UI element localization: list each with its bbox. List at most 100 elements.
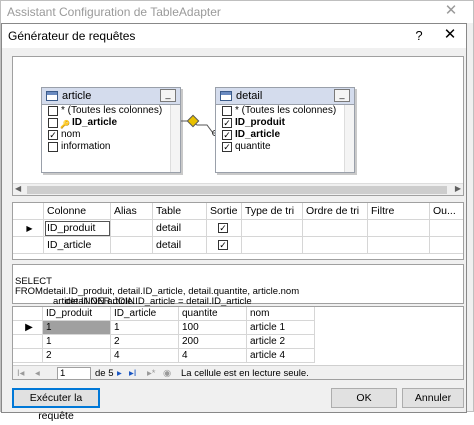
column-row[interactable]: ✓ ID_article	[216, 129, 354, 141]
scroll-left-icon[interactable]: ◀	[15, 184, 21, 193]
column-row[interactable]: 🔑 ID_article	[42, 117, 180, 129]
column-row[interactable]: ✓ nom	[42, 129, 180, 141]
last-record-icon[interactable]: ▸I	[129, 366, 136, 379]
result-column-header[interactable]: nom	[247, 307, 315, 321]
column-cell[interactable]: ID_article	[44, 237, 111, 254]
row-pointer-icon[interactable]	[13, 237, 44, 254]
sql-pane[interactable]: SELECT detail.ID_produit, detail.ID_arti…	[12, 264, 464, 307]
criteria-row[interactable]: ID_article detail ✓	[13, 237, 463, 254]
column-checkbox[interactable]: ✓	[222, 142, 232, 152]
column-header[interactable]: Alias	[111, 203, 153, 220]
column-row[interactable]: * (Toutes les colonnes)	[42, 105, 180, 117]
table-name: detail	[236, 90, 263, 102]
diagram-pane[interactable]: article _ * (Toutes les colonnes) 🔑 ID_a…	[12, 56, 464, 196]
criteria-row[interactable]: ▶ ID_produit detail ✓	[13, 220, 463, 237]
result-row[interactable]: ▶ 1 1 100 article 1	[13, 321, 463, 335]
result-column-header[interactable]: ID_produit	[43, 307, 111, 321]
table-scrollbar[interactable]	[344, 105, 354, 172]
column-header[interactable]: Table	[153, 203, 207, 220]
result-cell[interactable]: 200	[179, 335, 247, 349]
column-checkbox[interactable]	[48, 142, 58, 152]
sort-order-cell[interactable]	[303, 237, 368, 254]
column-cell[interactable]: ID_produit	[44, 220, 111, 237]
row-pointer-icon[interactable]: ▶	[13, 321, 43, 335]
column-header[interactable]: Colonne	[44, 203, 111, 220]
column-checkbox[interactable]	[48, 106, 58, 116]
column-header[interactable]: Type de tri	[242, 203, 303, 220]
result-cell[interactable]: article 1	[247, 321, 315, 335]
table-cell[interactable]: detail	[153, 237, 207, 254]
previous-record-icon[interactable]: ◂	[35, 366, 40, 379]
result-cell[interactable]: 1	[43, 335, 111, 349]
result-cell[interactable]: 1	[43, 321, 111, 335]
sort-order-cell[interactable]	[303, 220, 368, 237]
row-pointer-icon[interactable]	[13, 335, 43, 349]
new-record-icon[interactable]: ▸*	[147, 366, 155, 379]
sort-type-cell[interactable]	[242, 220, 303, 237]
alias-cell[interactable]	[111, 237, 153, 254]
column-row[interactable]: ✓ quantite	[216, 141, 354, 153]
column-row[interactable]: * (Toutes les colonnes)	[216, 105, 354, 117]
close-icon[interactable]: ✕	[434, 24, 466, 48]
column-checkbox[interactable]	[222, 106, 232, 116]
column-checkbox[interactable]: ✓	[222, 118, 232, 128]
result-cell[interactable]: article 4	[247, 349, 315, 363]
result-cell[interactable]: 4	[179, 349, 247, 363]
column-row[interactable]: information	[42, 141, 180, 153]
table-header[interactable]: detail _	[216, 88, 354, 105]
diagram-hscrollbar[interactable]: ◀ ▶	[13, 183, 463, 195]
column-header[interactable]: Ordre de tri	[303, 203, 368, 220]
column-row[interactable]: ✓ ID_produit	[216, 117, 354, 129]
filter-cell[interactable]	[368, 220, 430, 237]
record-position-input[interactable]: 1	[57, 367, 91, 379]
filter-cell[interactable]	[368, 237, 430, 254]
column-checkbox[interactable]: ✓	[48, 130, 58, 140]
column-checkbox[interactable]: ✓	[222, 130, 232, 140]
output-checkbox[interactable]: ✓	[218, 223, 228, 233]
outer-window-title: Assistant Configuration de TableAdapter	[7, 5, 221, 19]
or-cell[interactable]	[430, 220, 463, 237]
table-header[interactable]: article _	[42, 88, 180, 105]
table-scrollbar[interactable]	[170, 105, 180, 172]
result-cell[interactable]: 2	[111, 335, 179, 349]
status-text: La cellule est en lecture seule.	[181, 368, 309, 379]
execute-query-button[interactable]: Exécuter la requête	[12, 388, 100, 422]
help-icon[interactable]: ?	[405, 24, 433, 48]
result-row[interactable]: 1 2 200 article 2	[13, 335, 463, 349]
result-cell[interactable]: 2	[43, 349, 111, 363]
or-cell[interactable]	[430, 237, 463, 254]
result-cell[interactable]: 1	[111, 321, 179, 335]
table-box-detail[interactable]: detail _ * (Toutes les colonnes) ✓ ID_pr…	[215, 87, 355, 173]
next-record-icon[interactable]: ▸	[117, 366, 122, 379]
result-cell[interactable]: 4	[111, 349, 179, 363]
scroll-thumb[interactable]	[27, 186, 447, 194]
row-pointer-icon[interactable]	[13, 349, 43, 363]
criteria-grid[interactable]: Colonne Alias Table Sortie Type de tri O…	[12, 202, 464, 260]
result-cell[interactable]: 100	[179, 321, 247, 335]
table-box-article[interactable]: article _ * (Toutes les colonnes) 🔑 ID_a…	[41, 87, 181, 173]
result-column-header[interactable]: quantite	[179, 307, 247, 321]
column-header[interactable]: Filtre	[368, 203, 430, 220]
ok-button[interactable]: OK	[331, 388, 397, 408]
table-cell[interactable]: detail	[153, 220, 207, 237]
column-header[interactable]: Ou...	[430, 203, 463, 220]
minimize-icon[interactable]: _	[160, 89, 176, 102]
cancel-button[interactable]: Annuler	[402, 388, 464, 408]
first-record-icon[interactable]: I◂	[17, 366, 24, 379]
sort-type-cell[interactable]	[242, 237, 303, 254]
sql-line: detail ON article.ID_article = detail.ID…	[15, 287, 463, 307]
results-grid[interactable]: ID_produit ID_article quantite nom ▶ 1 1…	[12, 306, 464, 380]
scroll-right-icon[interactable]: ▶	[455, 184, 461, 193]
column-label: ID_article	[235, 129, 281, 140]
column-checkbox[interactable]	[48, 118, 58, 128]
result-row[interactable]: 2 4 4 article 4	[13, 349, 463, 363]
output-checkbox[interactable]: ✓	[218, 240, 228, 250]
result-column-header[interactable]: ID_article	[111, 307, 179, 321]
column-header[interactable]: Sortie	[207, 203, 242, 220]
minimize-icon[interactable]: _	[334, 89, 350, 102]
outer-close-icon[interactable]: ✕	[429, 1, 473, 23]
row-pointer-icon[interactable]: ▶	[13, 220, 44, 237]
alias-cell[interactable]	[111, 220, 153, 237]
result-cell[interactable]: article 2	[247, 335, 315, 349]
stop-icon[interactable]: ◉	[163, 366, 171, 379]
